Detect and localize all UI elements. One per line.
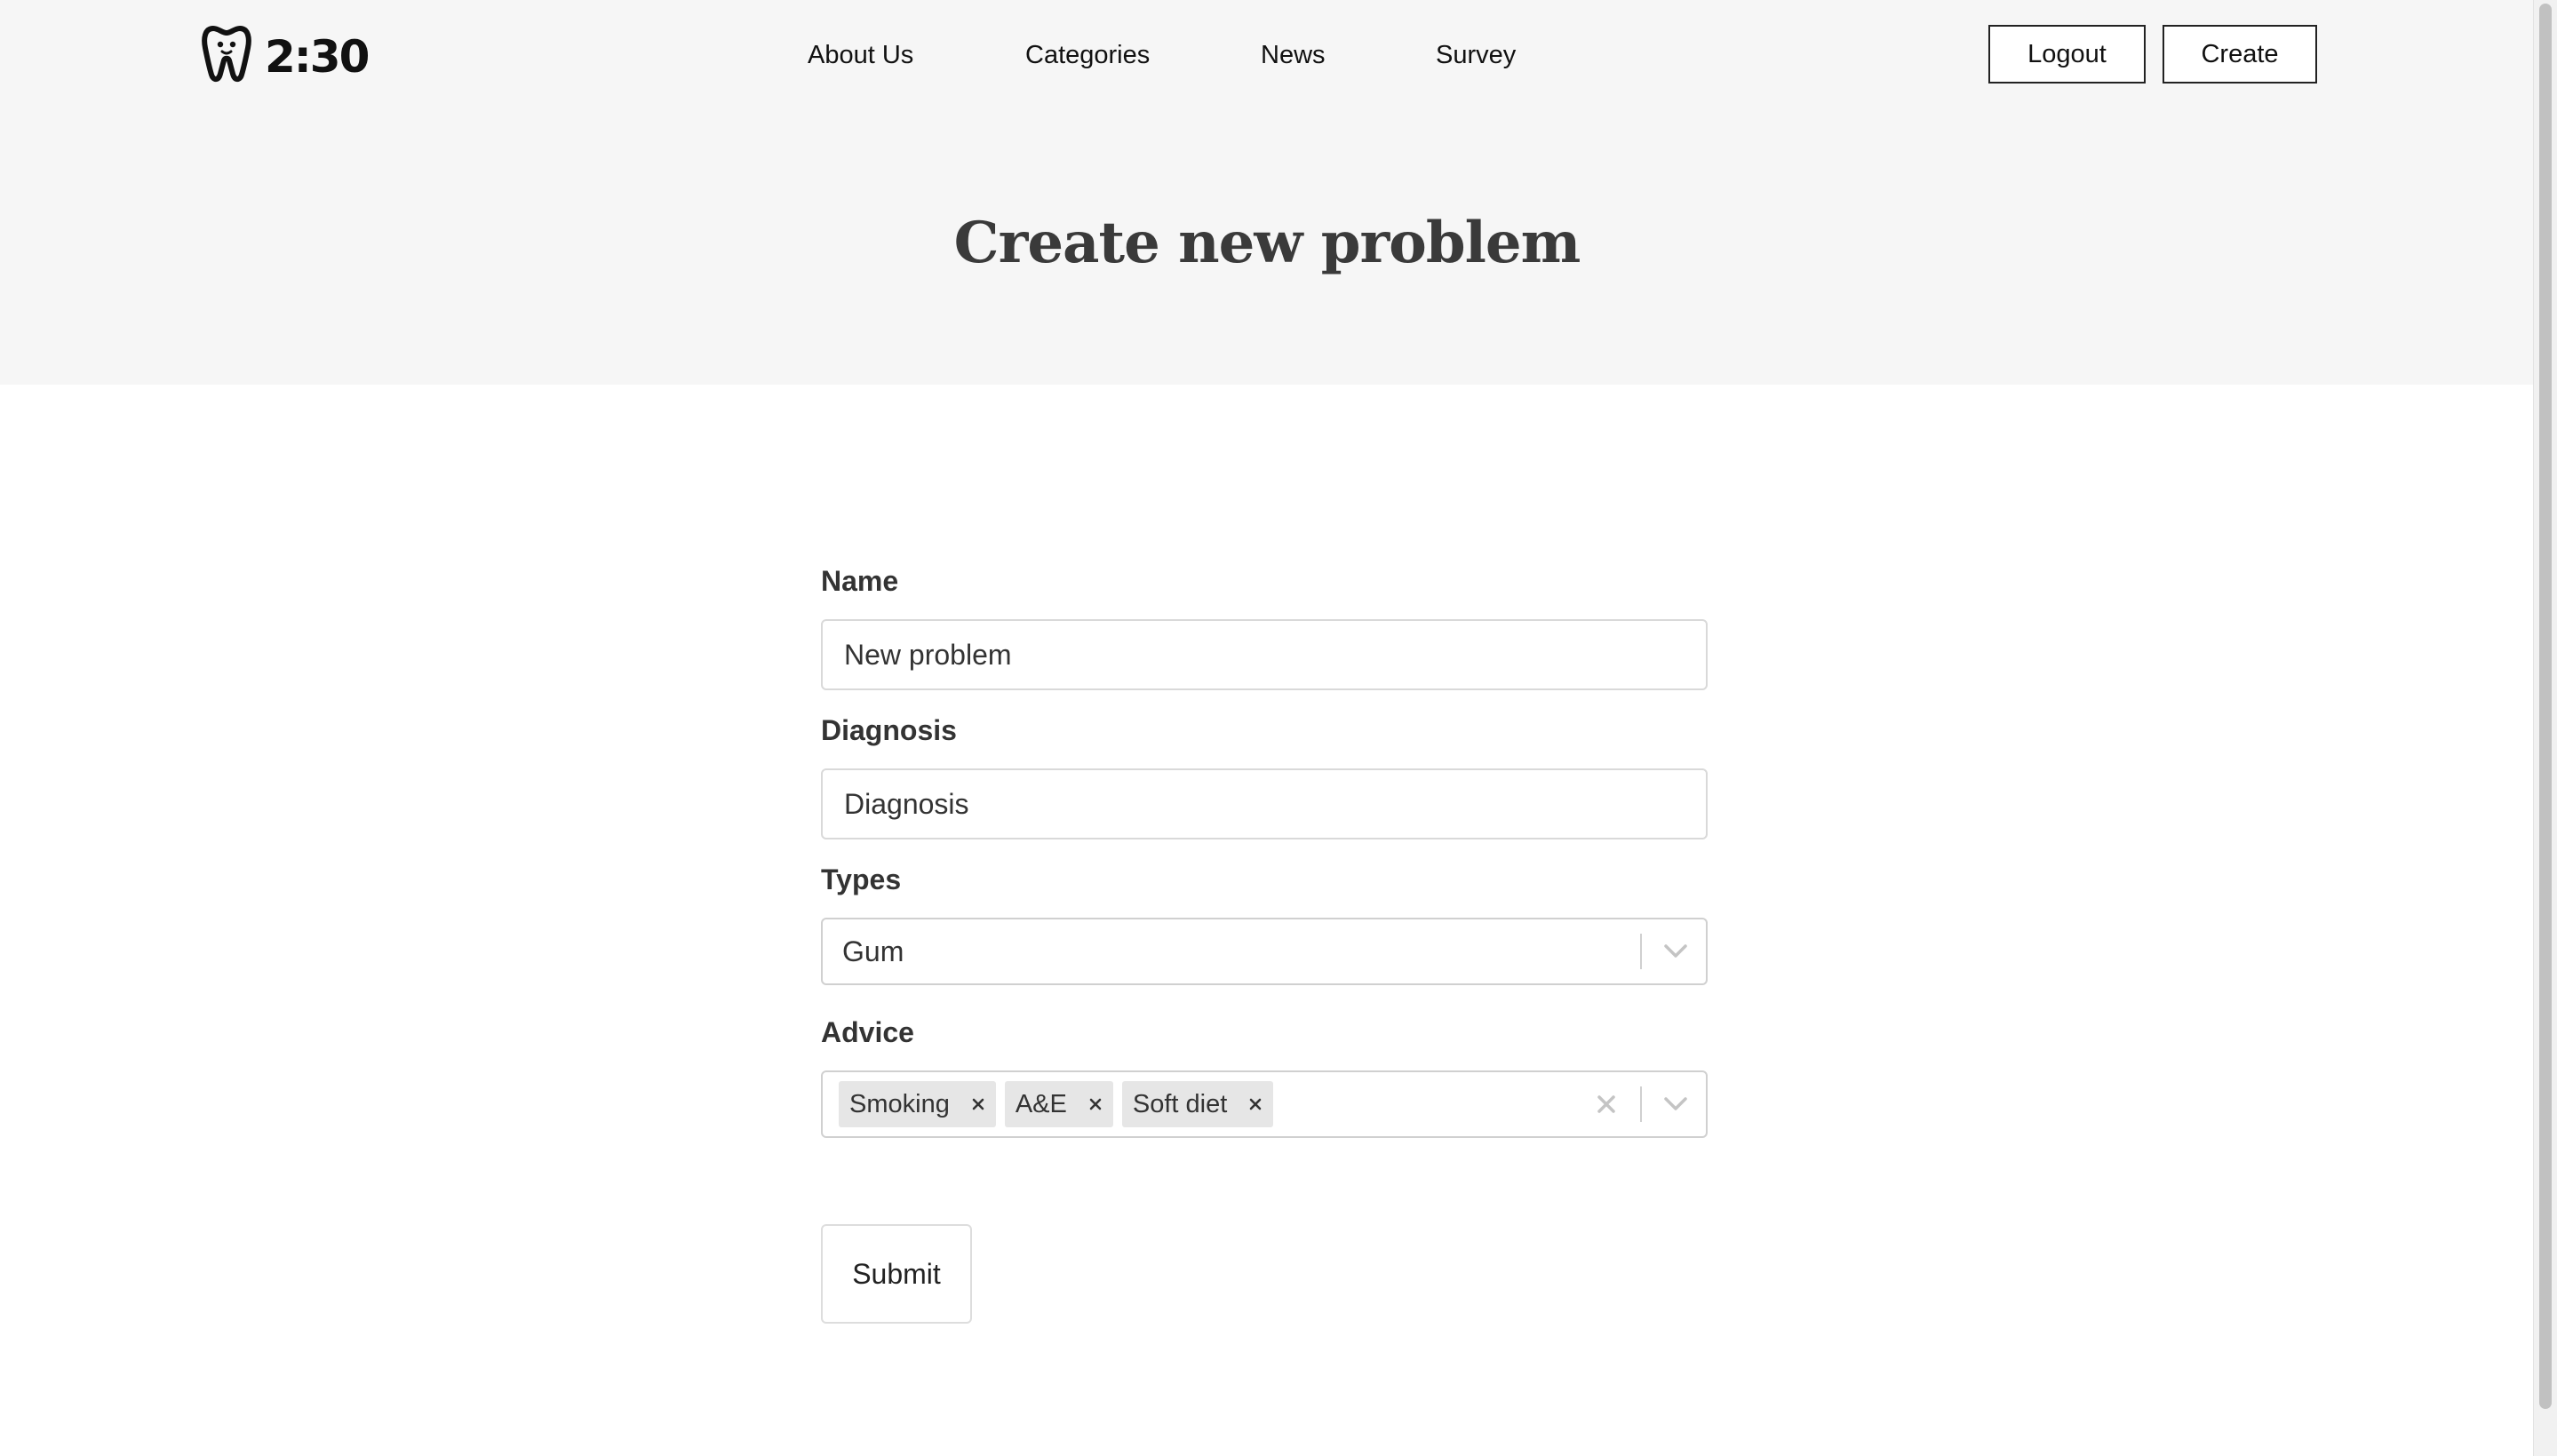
types-indicators — [1628, 919, 1706, 983]
advice-chip: Smoking — [839, 1081, 996, 1127]
nav-categories[interactable]: Categories — [1025, 36, 1150, 75]
submit-button[interactable]: Submit — [821, 1224, 972, 1324]
chevron-down-icon[interactable] — [1654, 930, 1697, 973]
nav-about-us[interactable]: About Us — [808, 36, 913, 75]
advice-multiselect[interactable]: Smoking A&E Soft diet — [821, 1070, 1708, 1138]
advice-chips: Smoking A&E Soft diet — [823, 1081, 1585, 1127]
remove-chip-icon[interactable] — [1078, 1081, 1113, 1127]
name-label: Name — [821, 565, 899, 597]
types-label: Types — [821, 863, 902, 895]
nav-survey[interactable]: Survey — [1436, 36, 1516, 75]
header-band: 2:30 About Us Categories News Survey Log… — [0, 0, 2534, 385]
chip-label: Soft diet — [1132, 1089, 1228, 1118]
page: 2:30 About Us Categories News Survey Log… — [0, 0, 2557, 1456]
page-title: Create new problem — [953, 210, 1581, 276]
advice-chip: A&E — [1004, 1081, 1113, 1127]
diagnosis-input[interactable] — [821, 768, 1708, 839]
chip-label: Smoking — [849, 1089, 950, 1118]
scrollbar-thumb[interactable] — [2539, 4, 2552, 1409]
types-selected-value: Gum — [842, 935, 904, 967]
advice-indicators — [1585, 1072, 1706, 1136]
clear-all-icon[interactable] — [1585, 1083, 1628, 1126]
advice-label: Advice — [821, 1016, 914, 1048]
remove-chip-icon[interactable] — [960, 1081, 996, 1127]
advice-chip: Soft diet — [1121, 1081, 1274, 1127]
logout-button[interactable]: Logout — [1988, 25, 2146, 84]
indicator-separator — [1640, 1086, 1642, 1122]
indicator-separator — [1640, 934, 1642, 969]
name-input[interactable] — [821, 619, 1708, 690]
create-button[interactable]: Create — [2163, 25, 2317, 84]
types-select[interactable]: Gum — [821, 918, 1708, 985]
remove-chip-icon[interactable] — [1238, 1081, 1273, 1127]
chevron-down-icon[interactable] — [1654, 1083, 1697, 1126]
main-nav: About Us Categories News Survey — [0, 36, 2534, 75]
vertical-scrollbar[interactable] — [2533, 0, 2557, 1456]
chip-label: A&E — [1015, 1089, 1067, 1118]
nav-news[interactable]: News — [1261, 36, 1326, 75]
diagnosis-label: Diagnosis — [821, 714, 957, 746]
